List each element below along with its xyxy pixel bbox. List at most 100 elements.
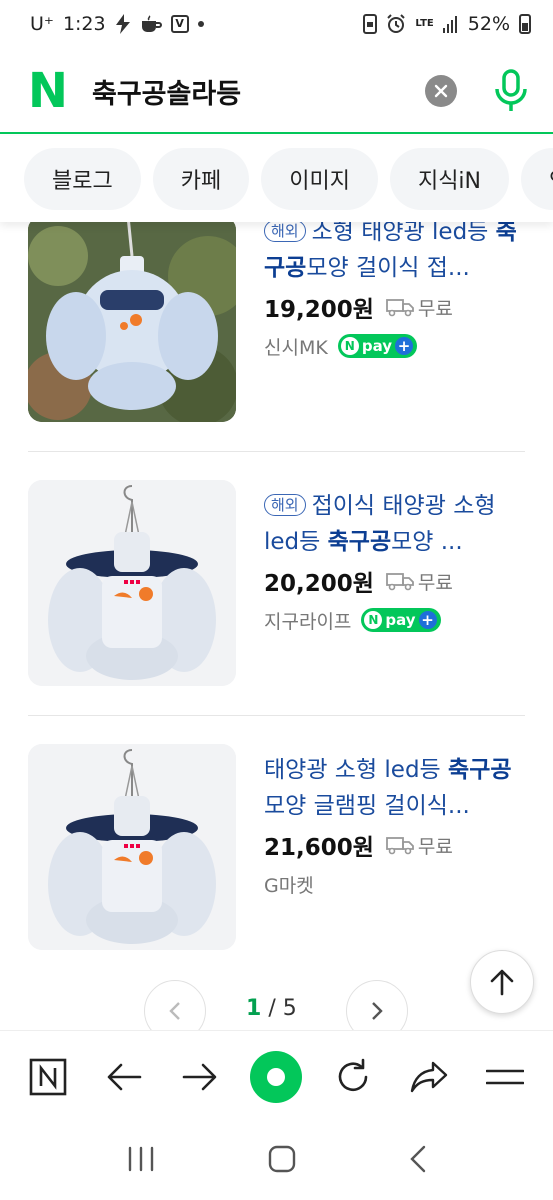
shipping-info: 무료 [386, 832, 453, 859]
title-highlight: 축구공 [327, 529, 392, 555]
menu-button[interactable] [477, 1049, 533, 1105]
npay-badge: Npay + [361, 608, 441, 632]
coffee-icon [140, 15, 162, 33]
system-back-button[interactable] [409, 1145, 427, 1177]
green-dot-icon [250, 1050, 303, 1103]
price-row: 20,200원 무료 [264, 566, 526, 597]
product-image[interactable] [28, 744, 236, 950]
clock: 1:23 [62, 13, 106, 35]
flash-icon [115, 14, 131, 34]
battery-icon [519, 14, 531, 34]
shipping-label: 무료 [417, 297, 453, 320]
arrow-up-icon [490, 969, 514, 996]
back-button[interactable] [96, 1049, 152, 1105]
product-title[interactable]: 해외 소형 태양광 led등 축구공모양 걸이식 접... [264, 214, 526, 286]
product-info: 해외 소형 태양광 led등 축구공모양 걸이식 접... 19,200원 무료 … [264, 214, 526, 360]
refresh-icon [338, 1058, 367, 1091]
page-indicator: 1 / 5 [246, 996, 297, 1021]
list-item[interactable]: 해외 접이식 태양광 소형 led등 축구공모양 ... 20,200원 무료 지… [28, 480, 525, 690]
overseas-badge: 해외 [264, 494, 306, 516]
plus-icon: + [418, 611, 437, 629]
shipping-label: 무료 [417, 835, 453, 858]
product-title[interactable]: 태양광 소형 led등 축구공모양 글램핑 걸이식... [264, 752, 526, 824]
share-icon [410, 1061, 447, 1092]
app-notification-icon: V [170, 15, 189, 33]
shipping-label: 무료 [417, 571, 453, 594]
product-title[interactable]: 해외 접이식 태양광 소형 led등 축구공모양 ... [264, 488, 526, 560]
recent-apps-icon [128, 1146, 153, 1172]
seller-row: 신시MK Npay + [264, 332, 526, 360]
search-input[interactable]: 축구공솔라등 [92, 72, 425, 111]
tab-more[interactable]: 인수 [521, 148, 553, 210]
naver-logo[interactable]: N [26, 67, 70, 115]
truck-icon [386, 299, 414, 317]
lte-label: LTE [415, 18, 434, 29]
scroll-top-button[interactable] [470, 950, 534, 1014]
product-info: 태양광 소형 led등 축구공모양 글램핑 걸이식... 21,600원 무료 … [264, 752, 526, 898]
naver-n-icon [29, 1058, 67, 1095]
clear-search-button[interactable] [425, 75, 457, 107]
status-bar: U⁺ 1:23 V LTE 52% [0, 0, 553, 48]
title-text: 모양 글램핑 걸이식... [264, 793, 470, 819]
page: U⁺ 1:23 V LTE 52% N 축구공솔라등 블로그 카페 이미지 지식… [0, 0, 553, 1200]
tab-images[interactable]: 이미지 [261, 148, 378, 210]
page-separator: / [268, 996, 276, 1021]
product-image[interactable] [28, 216, 236, 422]
seller-row: G마켓 [264, 870, 526, 898]
forward-button[interactable] [172, 1049, 228, 1105]
npay-badge: Npay + [337, 334, 418, 358]
chevron-left-icon [169, 1002, 180, 1020]
voice-search-button[interactable] [491, 69, 531, 113]
home-button[interactable] [268, 1145, 296, 1177]
seller-name[interactable]: 지구라이프 [264, 607, 351, 634]
product-price: 19,200원 [264, 297, 374, 323]
menu-icon [485, 1069, 524, 1084]
title-highlight: 축구공 [448, 757, 512, 783]
arrow-right-icon [183, 1063, 217, 1090]
alarm-icon [386, 14, 406, 34]
chevron-right-icon [372, 1002, 383, 1020]
title-text: 모양 걸이식 접... [306, 255, 470, 281]
product-price: 20,200원 [264, 571, 374, 597]
current-page: 1 [246, 996, 262, 1021]
npay-n-icon: N [364, 611, 383, 629]
home-icon [268, 1145, 295, 1173]
green-dot-button[interactable] [248, 1049, 304, 1105]
tab-cafe[interactable]: 카페 [152, 148, 250, 210]
arrow-left-icon [107, 1063, 142, 1090]
close-icon [434, 84, 448, 98]
list-item[interactable]: 해외 소형 태양광 led등 축구공모양 걸이식 접... 19,200원 무료 … [28, 210, 525, 430]
chevron-left-icon [409, 1145, 425, 1173]
search-category-tabs: 블로그 카페 이미지 지식iN 인수 [0, 136, 553, 222]
seller-name[interactable]: 신시MK [264, 333, 328, 360]
signal-icon [442, 15, 459, 33]
system-navigation-bar [0, 1122, 553, 1200]
recent-apps-button[interactable] [127, 1146, 155, 1176]
price-row: 19,200원 무료 [264, 292, 526, 323]
more-notifications-icon [197, 21, 204, 27]
plus-icon: + [395, 337, 414, 355]
product-info: 해외 접이식 태양광 소형 led등 축구공모양 ... 20,200원 무료 지… [264, 488, 526, 634]
share-button[interactable] [401, 1049, 457, 1105]
title-text: 태양광 소형 led등 [264, 757, 449, 783]
shipping-info: 무료 [386, 294, 453, 321]
price-row: 21,600원 무료 [264, 830, 526, 861]
search-header: N 축구공솔라등 [0, 50, 553, 134]
carrier-label: U⁺ [30, 13, 54, 35]
product-image[interactable] [28, 480, 236, 686]
tab-knowledge-in[interactable]: 지식iN [389, 148, 510, 210]
battery-percent: 52% [467, 13, 510, 35]
divider [28, 451, 525, 452]
refresh-button[interactable] [325, 1049, 381, 1105]
seller-name[interactable]: G마켓 [264, 871, 314, 898]
truck-icon [386, 837, 414, 855]
title-text: 모양 ... [391, 529, 463, 555]
divider [28, 715, 525, 716]
npay-n-icon: N [340, 337, 359, 355]
npay-label: pay [385, 611, 416, 629]
tab-blog[interactable]: 블로그 [24, 148, 141, 210]
list-item[interactable]: 태양광 소형 led등 축구공모양 글램핑 걸이식... 21,600원 무료 … [28, 744, 525, 954]
browser-toolbar [0, 1030, 553, 1122]
naver-home-button[interactable] [20, 1049, 76, 1105]
total-pages: 5 [282, 996, 297, 1021]
